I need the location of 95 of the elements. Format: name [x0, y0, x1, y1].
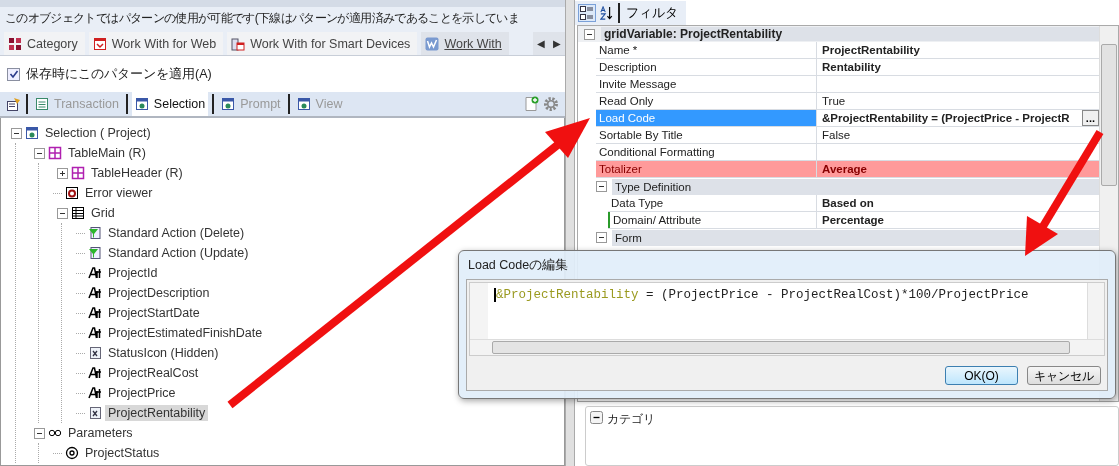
tree-item[interactable]: StatusIcon (Hidden) [105, 345, 222, 361]
pattern-tab[interactable]: Work With for Web [88, 32, 224, 55]
error-icon [65, 186, 79, 200]
window-icon [134, 97, 149, 111]
property-value[interactable]: ProjectRentability [822, 44, 920, 56]
tree-item[interactable]: Error viewer [82, 185, 156, 201]
collapse-icon[interactable] [34, 147, 45, 159]
scrollbar[interactable] [470, 339, 1104, 355]
property-name[interactable]: Domain/ Attribute [608, 212, 817, 228]
chart-window-icon [425, 36, 440, 51]
expand-icon[interactable] [57, 167, 68, 179]
tree-item[interactable]: ProjectStartDate [105, 305, 203, 321]
tree-item[interactable]: ProjectPrice [105, 385, 179, 401]
tree-item[interactable]: Parameters [65, 425, 136, 441]
checkbox-label: 保存時にこのパターンを適用(A) [26, 65, 212, 83]
attribute-icon [88, 286, 102, 300]
editor-gutter [470, 283, 488, 340]
collapse-icon[interactable] [11, 127, 22, 139]
collapse-icon[interactable] [34, 427, 45, 439]
scrollbar[interactable] [1087, 283, 1104, 340]
category-title: gridVariable: ProjectRentability [601, 27, 1099, 41]
grid-icon [71, 206, 85, 220]
tree-item[interactable]: ProjectRealCost [105, 365, 202, 381]
code-editor[interactable]: &ProjectRentability = (ProjectPrice - ProjectRealCost)*100/ProjectPrice [469, 282, 1105, 356]
tree-item[interactable]: ProjectId [105, 265, 161, 281]
instance-tab[interactable]: Selection [131, 92, 209, 116]
group-title: Form [612, 229, 1099, 246]
window-icon [25, 126, 39, 140]
tree-item[interactable]: Selection ( Project) [42, 125, 154, 141]
tree-item[interactable]: ProjectDescription [105, 285, 213, 301]
property-name[interactable]: Totalizer [596, 161, 817, 177]
property-name[interactable]: Data Type [608, 195, 817, 211]
devices-icon [231, 36, 246, 51]
property-value[interactable]: True [822, 95, 846, 107]
squares-icon [8, 36, 22, 51]
tree-item[interactable]: ProjectEstimatedFinishDate [105, 325, 266, 341]
property-name[interactable]: Read Only [596, 93, 817, 109]
new-document-icon[interactable] [523, 96, 539, 112]
pattern-tab[interactable]: Work With for Smart Devices [227, 32, 418, 55]
window-icon [296, 97, 311, 111]
scroll-right-button[interactable]: ▶ [549, 38, 565, 49]
tree-item[interactable]: TableHeader (R) [88, 165, 186, 181]
property-name[interactable]: Description [596, 59, 817, 75]
table-icon [48, 146, 62, 160]
property-name[interactable]: Conditional Formatting [596, 144, 817, 160]
properties-icon[interactable] [6, 96, 22, 112]
property-value[interactable]: Average [822, 163, 867, 175]
dialog-title: Load Codeの編集 [468, 256, 569, 274]
variable-icon [88, 346, 102, 360]
collapse-icon[interactable] [584, 28, 595, 40]
property-value[interactable]: Based on [822, 197, 874, 209]
tree-item[interactable]: ProjectRentability [105, 405, 209, 421]
tree-item[interactable]: Standard Action (Delete) [105, 225, 248, 241]
action-icon [88, 226, 102, 240]
attribute-icon [88, 326, 102, 340]
category-label: カテゴリ [607, 411, 655, 428]
at-sign-icon [65, 446, 79, 460]
property-name[interactable]: Name * [596, 42, 817, 58]
property-value[interactable]: Rentability [822, 61, 881, 73]
variable-icon [88, 406, 102, 420]
sort-az-icon[interactable] [600, 5, 614, 20]
scroll-left-button[interactable]: ◀ [533, 38, 549, 49]
cancel-button[interactable]: キャンセル [1027, 366, 1101, 385]
ellipsis-button[interactable]: ... [1081, 110, 1099, 126]
web-form-icon [92, 36, 107, 51]
ok-button[interactable]: OK(O) [945, 366, 1018, 385]
form-icon [35, 97, 49, 111]
table-icon [71, 166, 85, 180]
property-value[interactable]: False [822, 129, 851, 141]
action-icon [88, 246, 102, 260]
property-name[interactable]: Sortable By Title [596, 127, 817, 143]
attribute-icon [88, 266, 102, 280]
property-name[interactable]: Invite Message [596, 76, 817, 92]
property-value[interactable]: &ProjectRentability = (ProjectPrice - ProjectR [822, 112, 1070, 124]
settings-icon[interactable] [543, 96, 559, 112]
categorized-icon[interactable] [578, 3, 596, 22]
collapse-icon[interactable] [596, 181, 607, 192]
tree-item[interactable]: Grid [88, 205, 118, 221]
window-icon [221, 97, 236, 111]
group-title: Type Definition [612, 178, 1099, 195]
collapse-icon[interactable] [57, 207, 68, 219]
checkbox[interactable] [7, 67, 20, 81]
tree-item[interactable]: ProjectStatus [82, 445, 163, 461]
pattern-tab[interactable]: Category [4, 32, 85, 55]
code-line: &ProjectRentability = (ProjectPrice - ProjectRealCost)*100/ProjectPrice [496, 288, 1029, 302]
attribute-icon [88, 386, 102, 400]
collapse-icon[interactable] [590, 411, 603, 424]
tree-item[interactable]: Standard Action (Update) [105, 245, 252, 261]
pattern-tab[interactable]: Work With [421, 32, 509, 55]
collapse-icon[interactable] [596, 232, 607, 243]
info-text: このオブジェクトではパターンの使用が可能です(下線はパターンが適用済みであることを示していま [5, 9, 520, 27]
attribute-icon [88, 306, 102, 320]
tree-item[interactable]: TableMain (R) [65, 145, 149, 161]
property-value[interactable]: Percentage [822, 214, 884, 226]
attribute-icon [88, 366, 102, 380]
